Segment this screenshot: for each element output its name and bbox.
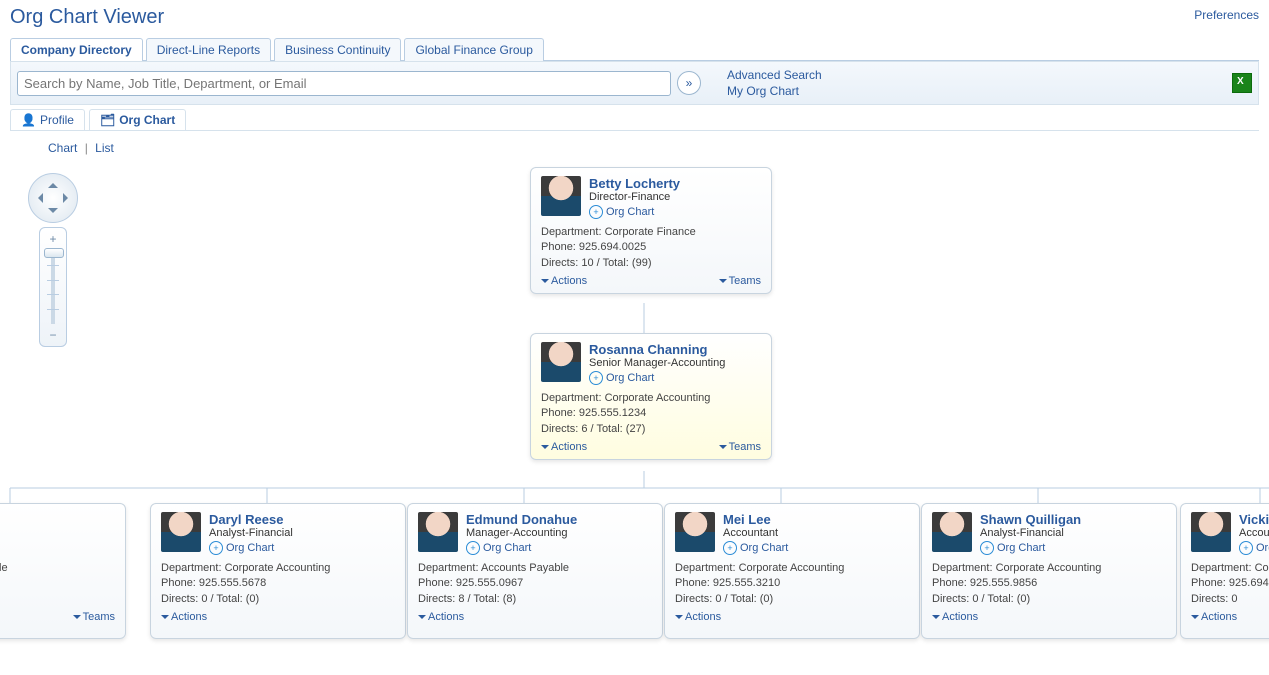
preferences-link[interactable]: Preferences [1194, 6, 1259, 22]
avatar [161, 512, 201, 552]
person-title: Analyst-Financial [980, 527, 1081, 539]
actions-menu[interactable]: Actions [675, 611, 721, 623]
page-title: Org Chart Viewer [10, 6, 164, 29]
node-card-top[interactable]: Betty Locherty Director-Finance +Org Cha… [530, 167, 772, 294]
actions-menu[interactable]: Actions [541, 441, 587, 453]
person-title: Accountant [723, 527, 788, 539]
pan-control[interactable] [28, 173, 78, 223]
tab-global-finance-group[interactable]: Global Finance Group [404, 38, 543, 61]
chevron-down-icon [719, 445, 727, 453]
person-title: Analyst-Financial [209, 527, 293, 539]
focus-icon: + [589, 371, 603, 385]
actions-menu[interactable]: Actions [1191, 611, 1237, 623]
node-card-child[interactable]: Stevensoncounting+Org ChartDepartment: s… [0, 503, 126, 639]
pan-down-icon[interactable] [48, 208, 58, 218]
person-name[interactable]: Vicki [1239, 512, 1269, 527]
search-input[interactable] [17, 71, 671, 96]
chevron-down-icon [719, 279, 727, 287]
orgchart-link[interactable]: +Org Chart [980, 541, 1081, 555]
person-name[interactable]: Mei Lee [723, 512, 788, 527]
avatar [1191, 512, 1231, 552]
focus-icon: + [980, 541, 994, 555]
search-go-button[interactable]: » [677, 71, 701, 95]
actions-menu[interactable]: Actions [541, 275, 587, 287]
chevron-down-icon [541, 279, 549, 287]
chevron-down-icon [73, 615, 81, 623]
main-tabstrip: Company Directory Direct-Line Reports Bu… [10, 37, 1259, 61]
focus-icon: + [723, 541, 737, 555]
subtabstrip: 👤 Profile 🗂 Org Chart [10, 105, 1259, 131]
zoom-track[interactable] [51, 250, 55, 324]
person-name[interactable]: Edmund Donahue [466, 512, 577, 527]
avatar [675, 512, 715, 552]
avatar [418, 512, 458, 552]
tab-company-directory[interactable]: Company Directory [10, 38, 143, 61]
person-icon: 👤 [21, 113, 36, 127]
person-title: Manager-Accounting [466, 527, 577, 539]
pan-up-icon[interactable] [48, 178, 58, 188]
zoom-in-button[interactable]: + [49, 232, 56, 246]
view-chart-link[interactable]: Chart [48, 141, 77, 155]
pan-right-icon[interactable] [63, 193, 73, 203]
focus-icon: + [466, 541, 480, 555]
export-excel-icon[interactable] [1232, 73, 1252, 93]
chevron-down-icon [161, 615, 169, 623]
chevron-down-icon [932, 615, 940, 623]
avatar [932, 512, 972, 552]
node-card-child[interactable]: VickiAccou+Org ChartDepartment: CoPhone:… [1180, 503, 1269, 639]
person-name[interactable]: Rosanna Channing [589, 342, 725, 357]
node-card-child[interactable]: Shawn QuilliganAnalyst-Financial +Org Cha… [921, 503, 1177, 639]
zoom-slider[interactable]: + − [39, 227, 67, 347]
node-card-child[interactable]: Daryl ReeseAnalyst-Financial+Org ChartDe… [150, 503, 406, 639]
zoom-pan-widget: + − [28, 173, 78, 347]
actions-menu[interactable]: Actions [418, 611, 464, 623]
orgchart-canvas[interactable]: + − Betty Locherty Director-Fi [0, 163, 1269, 653]
advanced-search-link[interactable]: Advanced Search [727, 68, 822, 82]
focus-icon: + [1239, 541, 1253, 555]
view-list-link[interactable]: List [95, 141, 114, 155]
teams-menu[interactable]: Teams [719, 441, 761, 453]
orgchart-link[interactable]: +Org Chart [209, 541, 293, 555]
focus-icon: + [589, 205, 603, 219]
teams-menu[interactable]: Teams [73, 611, 115, 623]
orgchart-link[interactable]: +Org Chart [1239, 541, 1269, 555]
search-bar: » Advanced Search My Org Chart [10, 61, 1259, 105]
zoom-out-button[interactable]: − [49, 328, 56, 342]
chevron-down-icon [541, 445, 549, 453]
person-title: Senior Manager-Accounting [589, 357, 725, 369]
node-card-selected[interactable]: Rosanna Channing Senior Manager-Accounti… [530, 333, 772, 460]
actions-menu[interactable]: Actions [161, 611, 207, 623]
person-name[interactable]: Shawn Quilligan [980, 512, 1081, 527]
person-title: Accou [1239, 527, 1269, 539]
person-title: Director-Finance [589, 191, 680, 203]
person-name[interactable]: Daryl Reese [209, 512, 293, 527]
my-org-chart-link[interactable]: My Org Chart [727, 84, 822, 98]
person-name[interactable]: Betty Locherty [589, 176, 680, 191]
subtab-profile[interactable]: 👤 Profile [10, 109, 85, 130]
chevron-down-icon [1191, 615, 1199, 623]
orgchart-link[interactable]: +Org Chart [466, 541, 577, 555]
subtab-orgchart[interactable]: 🗂 Org Chart [89, 109, 186, 130]
avatar [541, 176, 581, 216]
node-card-child[interactable]: Edmund DonahueManager-Accounting +Org Cha… [407, 503, 663, 639]
pan-left-icon[interactable] [33, 193, 43, 203]
zoom-thumb[interactable] [44, 248, 64, 258]
orgchart-icon: 🗂 [100, 113, 115, 127]
node-card-child[interactable]: Mei LeeAccountant+Org ChartDepartment: C… [664, 503, 920, 639]
focus-icon: + [209, 541, 223, 555]
orgchart-link[interactable]: +Org Chart [723, 541, 788, 555]
orgchart-link[interactable]: +Org Chart [589, 205, 680, 219]
avatar [541, 342, 581, 382]
tab-direct-line-reports[interactable]: Direct-Line Reports [146, 38, 271, 61]
chevron-down-icon [418, 615, 426, 623]
orgchart-link[interactable]: +Org Chart [589, 371, 725, 385]
tab-business-continuity[interactable]: Business Continuity [274, 38, 401, 61]
chevron-down-icon [675, 615, 683, 623]
actions-menu[interactable]: Actions [932, 611, 978, 623]
teams-menu[interactable]: Teams [719, 275, 761, 287]
